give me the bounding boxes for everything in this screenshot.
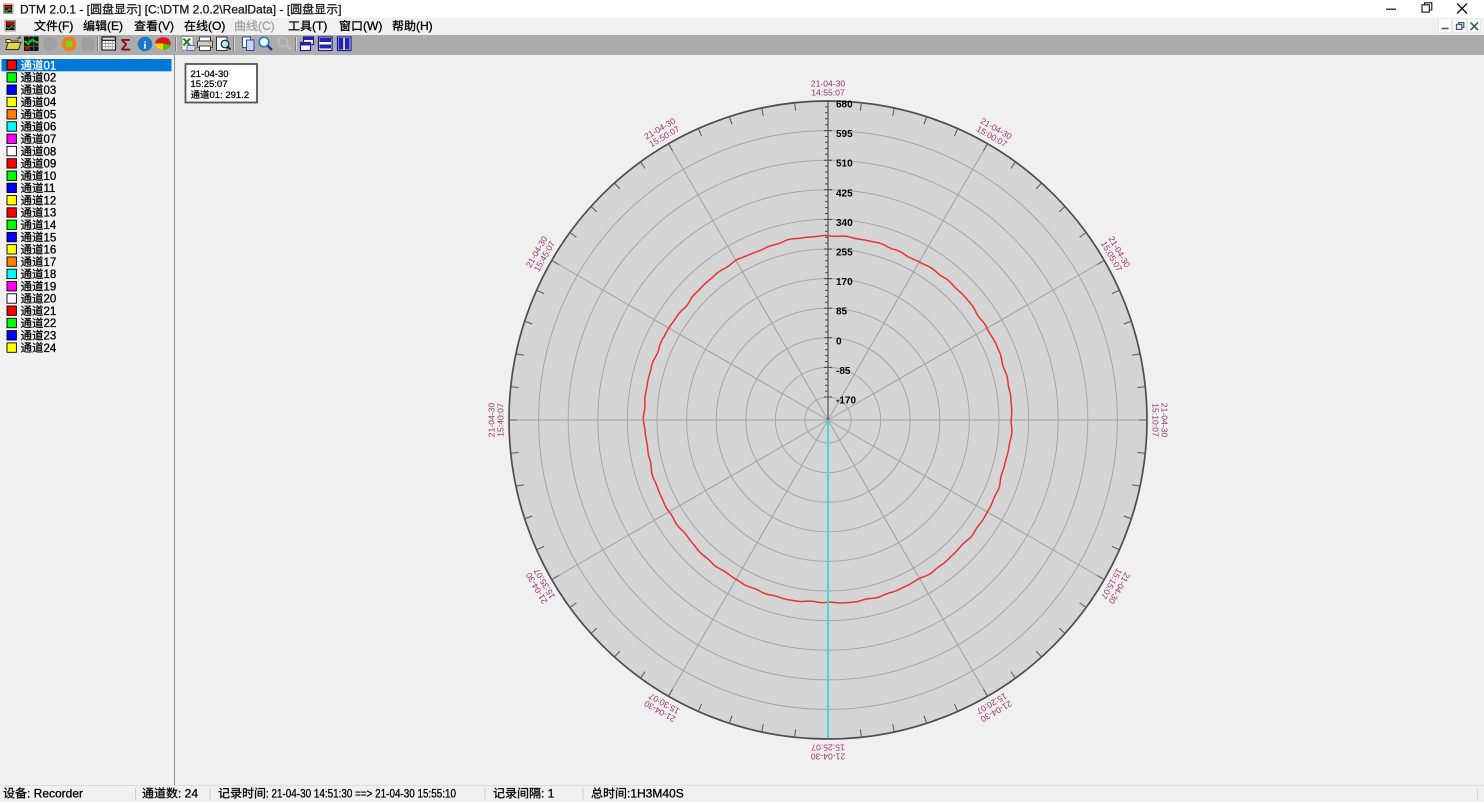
svg-text:05: 05: [44, 110, 57, 122]
svg-text:08: 08: [44, 146, 57, 158]
svg-text:: 24: : 24: [178, 787, 198, 801]
svg-text:06: 06: [44, 122, 57, 134]
svg-text:10: 10: [44, 171, 57, 183]
svg-text:: 21-04-30 14:51:30 ==> 21-04-: : 21-04-30 14:51:30 ==> 21-04-30 15:55:1…: [266, 787, 456, 801]
svg-text:16: 16: [44, 245, 57, 257]
svg-text:0: 0: [836, 336, 842, 347]
svg-text:85: 85: [836, 307, 848, 318]
svg-text:19: 19: [44, 281, 57, 293]
svg-text:15:10:07: 15:10:07: [1151, 403, 1161, 437]
svg-text:21: 21: [44, 306, 57, 318]
svg-text:255: 255: [836, 248, 853, 259]
svg-text:15:25:07: 15:25:07: [811, 743, 845, 753]
svg-text:(V): (V): [158, 19, 174, 33]
svg-text:i: i: [144, 41, 147, 52]
svg-text:(W): (W): [363, 19, 382, 33]
svg-text:510: 510: [836, 159, 853, 170]
svg-text:04: 04: [44, 97, 57, 109]
svg-text:02: 02: [44, 73, 57, 85]
svg-text:(O): (O): [208, 19, 225, 33]
svg-text:23: 23: [44, 331, 57, 343]
svg-text:01: 01: [44, 60, 57, 72]
svg-text:14: 14: [44, 220, 57, 232]
svg-text:425: 425: [836, 188, 853, 199]
svg-text:680: 680: [836, 100, 853, 111]
svg-text:]: ]: [338, 3, 341, 17]
svg-text:(C): (C): [258, 19, 275, 33]
svg-text:09: 09: [44, 159, 57, 171]
svg-text:14:55:07: 14:55:07: [811, 88, 845, 98]
svg-text:-85: -85: [836, 366, 851, 377]
svg-text:22: 22: [44, 318, 57, 330]
svg-text:DTM 2.0.1 - [: DTM 2.0.1 - [: [20, 3, 91, 17]
svg-text:] [C:\DTM 2.0.2\RealData] - [: ] [C:\DTM 2.0.2\RealData] - [: [138, 3, 291, 17]
svg-text:Σ: Σ: [121, 36, 131, 55]
svg-text:12: 12: [44, 195, 57, 207]
svg-text:-170: -170: [836, 396, 856, 407]
svg-text:07: 07: [44, 134, 57, 146]
svg-text:03: 03: [44, 85, 57, 97]
svg-text:(F): (F): [58, 19, 73, 33]
svg-text:24: 24: [44, 343, 57, 355]
svg-text:: 1: : 1: [541, 787, 555, 801]
svg-text:(T): (T): [312, 19, 327, 33]
svg-text:(H): (H): [416, 19, 433, 33]
svg-text:(E): (E): [107, 19, 123, 33]
svg-text:20: 20: [44, 294, 57, 306]
svg-text:18: 18: [44, 269, 57, 281]
svg-text:595: 595: [836, 129, 853, 140]
svg-text:13: 13: [44, 208, 57, 220]
svg-text::1H3M40S: :1H3M40S: [627, 787, 684, 801]
svg-text:170: 170: [836, 277, 853, 288]
svg-text:01: 291.2: 01: 291.2: [210, 90, 250, 101]
svg-text:15:40:07: 15:40:07: [496, 403, 506, 437]
svg-text:15: 15: [44, 232, 57, 244]
svg-text:11: 11: [44, 183, 56, 195]
svg-text:17: 17: [44, 257, 57, 269]
svg-text:: Recorder: : Recorder: [27, 787, 83, 801]
svg-text:15:25:07: 15:25:07: [191, 79, 228, 90]
svg-text:340: 340: [836, 218, 853, 229]
